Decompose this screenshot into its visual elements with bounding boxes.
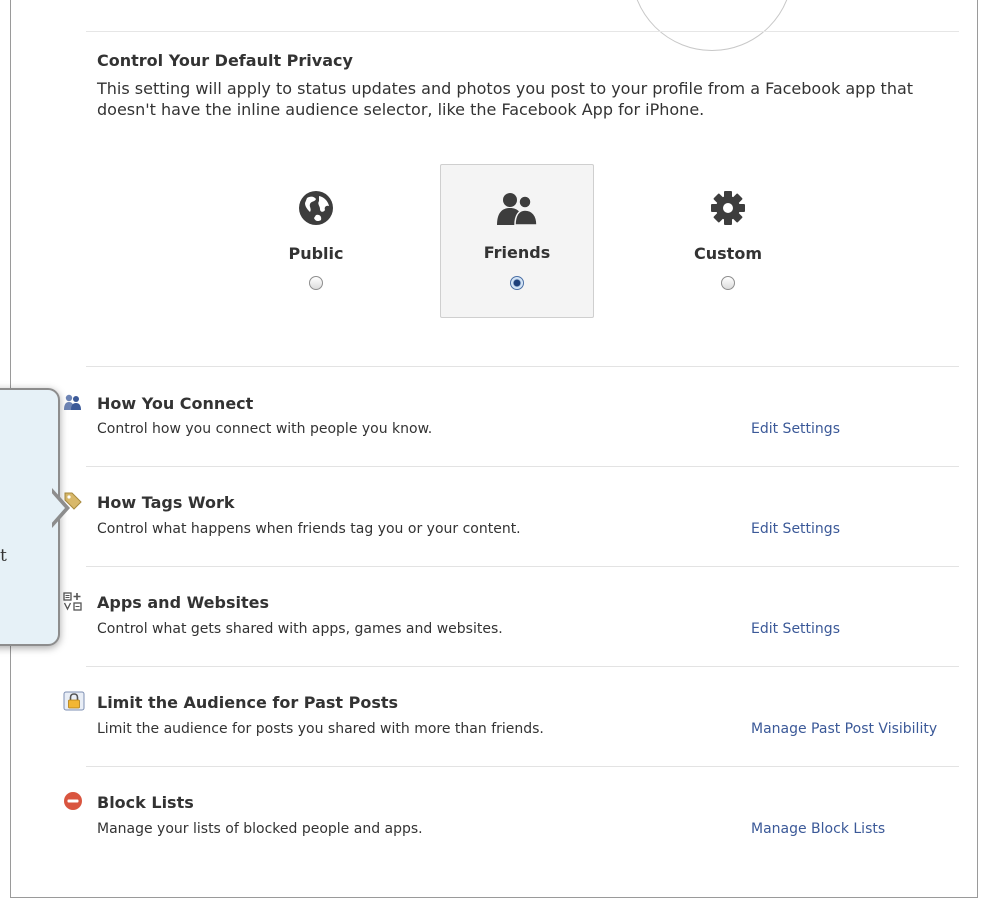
callout-text: t — [0, 546, 7, 566]
section-desc-block-lists: Manage your lists of blocked people and … — [97, 821, 423, 837]
divider — [86, 566, 959, 567]
apps-icon — [63, 592, 82, 611]
option-label-custom: Custom — [694, 244, 762, 263]
divider — [86, 466, 959, 467]
privacy-option-custom[interactable]: Custom — [651, 164, 805, 318]
globe-icon — [299, 191, 333, 225]
divider — [86, 766, 959, 767]
section-title-limit-past-posts: Limit the Audience for Past Posts — [97, 693, 399, 712]
option-label-public: Public — [288, 244, 344, 263]
privacy-settings-panel: Control Your Default Privacy This settin… — [10, 0, 978, 898]
section-title-block-lists: Block Lists — [97, 793, 194, 812]
default-privacy-title: Control Your Default Privacy — [97, 51, 353, 70]
radio-friends[interactable] — [510, 276, 524, 290]
decorative-circle — [631, 0, 793, 51]
section-desc-how-tags-work: Control what happens when friends tag yo… — [97, 521, 521, 537]
section-desc-apps-and-websites: Control what gets shared with apps, game… — [97, 621, 503, 637]
section-title-how-you-connect: How You Connect — [97, 394, 254, 413]
section-title-how-tags-work: How Tags Work — [97, 493, 235, 512]
edit-settings-apps-and-websites-link[interactable]: Edit Settings — [751, 621, 840, 637]
section-desc-how-you-connect: Control how you connect with people you … — [97, 421, 433, 437]
edit-settings-how-tags-work-link[interactable]: Edit Settings — [751, 521, 840, 537]
option-label-friends: Friends — [483, 243, 551, 262]
divider — [86, 31, 959, 32]
lock-icon — [63, 691, 85, 711]
edit-settings-how-you-connect-link[interactable]: Edit Settings — [751, 421, 840, 437]
section-desc-limit-past-posts: Limit the audience for posts you shared … — [97, 721, 544, 737]
privacy-option-friends[interactable]: Friends — [440, 164, 594, 318]
default-privacy-description: This setting will apply to status update… — [97, 79, 914, 119]
block-icon — [64, 792, 82, 810]
manage-past-post-visibility-link[interactable]: Manage Past Post Visibility — [751, 721, 937, 737]
radio-public[interactable] — [309, 276, 323, 290]
gear-icon — [711, 191, 745, 225]
friends-icon — [497, 193, 538, 226]
divider — [86, 366, 959, 367]
divider — [86, 666, 959, 667]
section-title-apps-and-websites: Apps and Websites — [97, 593, 270, 612]
manage-block-lists-link[interactable]: Manage Block Lists — [751, 821, 885, 837]
people-icon — [64, 394, 81, 410]
radio-custom[interactable] — [721, 276, 735, 290]
callout-pointer-fill — [50, 491, 65, 525]
privacy-option-public[interactable]: Public — [239, 164, 393, 318]
